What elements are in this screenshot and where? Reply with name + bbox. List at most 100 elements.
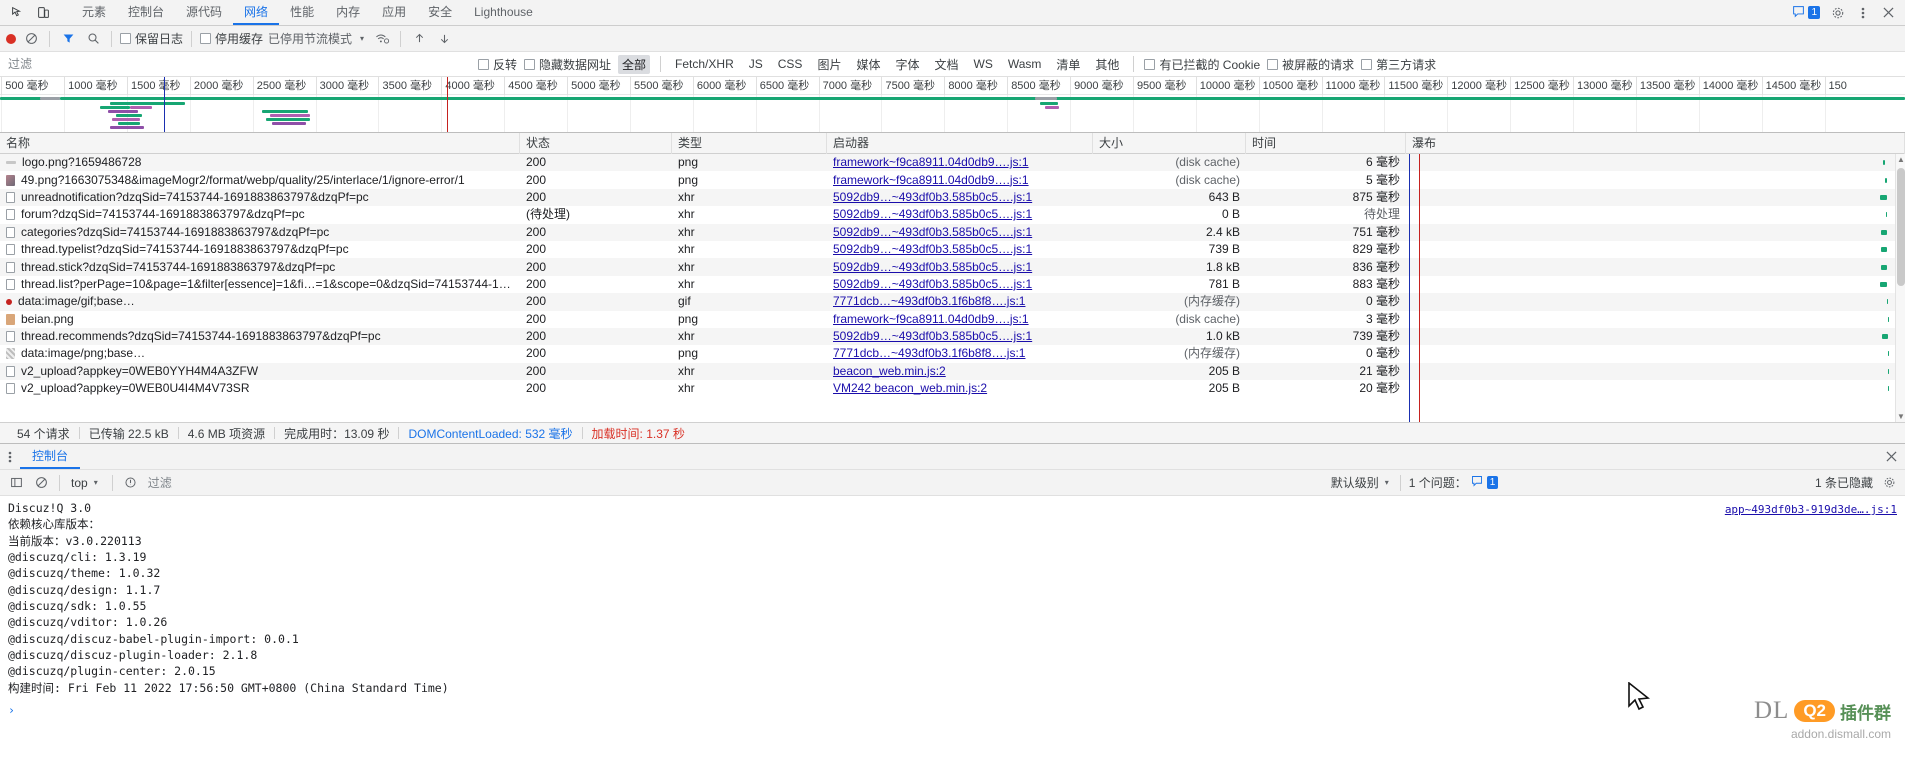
cell-name[interactable]: thread.list?perPage=10&page=1&filter[ess… [0, 276, 520, 293]
console-prompt[interactable]: › [8, 702, 1905, 718]
column-header-6[interactable]: 瀑布 [1406, 133, 1905, 154]
cell-name[interactable]: v2_upload?appkey=0WEB0U4I4M4V73SR [0, 380, 520, 397]
inspect-element-icon[interactable] [6, 2, 28, 24]
cell-name[interactable]: beian.png [0, 311, 520, 328]
throttling-label[interactable]: 已停用节流模式 [268, 30, 352, 47]
initiator-link[interactable]: 7771dcb…~493df0b3.1f6b8f8….js:1 [833, 346, 1025, 360]
column-header-5[interactable]: 时间 [1246, 133, 1406, 154]
initiator-link[interactable]: VM242 beacon_web.min.js:2 [833, 381, 987, 395]
cell-name[interactable]: 49.png?1663075348&imageMogr2/format/webp… [0, 172, 520, 189]
tab-performance[interactable]: 性能 [279, 0, 325, 25]
console-filter-input[interactable] [145, 473, 1326, 492]
tab-console[interactable]: 控制台 [117, 0, 175, 25]
console-source-link[interactable]: app~493df0b3-919d3de….js:1 [1725, 502, 1897, 518]
tab-sources[interactable]: 源代码 [175, 0, 233, 25]
type-filter-media[interactable]: 媒体 [852, 55, 884, 74]
table-row[interactable]: forum?dzqSid=74153744-1691883863797&dzqP… [0, 206, 1905, 223]
tab-security[interactable]: 安全 [417, 0, 463, 25]
issues-indicator[interactable]: 1 个问题： 1 [1409, 474, 1499, 491]
tab-network[interactable]: 网络 [233, 0, 280, 25]
cell-initiator[interactable]: beacon_web.min.js:2 [827, 363, 1093, 380]
table-row[interactable]: v2_upload?appkey=0WEB0U4I4M4V73SR 200 xhr V… [0, 380, 1905, 397]
column-header-2[interactable]: 类型 [672, 133, 827, 154]
initiator-link[interactable]: 5092db9…~493df0b3.585b0c5….js:1 [833, 225, 1032, 239]
funnel-icon[interactable] [58, 29, 78, 49]
blocked-cookies-checkbox[interactable]: 有已拦截的 Cookie [1144, 56, 1260, 73]
cell-initiator[interactable]: 5092db9…~493df0b3.585b0c5….js:1 [827, 241, 1093, 258]
tab-application[interactable]: 应用 [371, 0, 417, 25]
search-icon[interactable] [83, 29, 103, 49]
cell-initiator[interactable]: 5092db9…~493df0b3.585b0c5….js:1 [827, 206, 1093, 223]
cell-initiator[interactable]: 5092db9…~493df0b3.585b0c5….js:1 [827, 328, 1093, 345]
initiator-link[interactable]: framework~f9ca8911.04d0db9….js:1 [833, 155, 1029, 169]
table-row[interactable]: thread.stick?dzqSid=74153744-16918838637… [0, 258, 1905, 276]
initiator-link[interactable]: 5092db9…~493df0b3.585b0c5….js:1 [833, 242, 1032, 256]
table-row[interactable]: thread.recommends?dzqSid=74153744-169188… [0, 327, 1905, 346]
table-row[interactable]: data:image/gif;base… 200 gif 7771dcb…~493df… [0, 293, 1905, 311]
device-toolbar-icon[interactable] [32, 2, 54, 24]
cell-name[interactable]: logo.png?1659486728 [0, 154, 520, 171]
table-row[interactable]: logo.png?1659486728 200 png framework~f9ca8… [0, 154, 1905, 172]
chevron-down-icon[interactable]: ▾ [357, 34, 367, 43]
cell-initiator[interactable]: VM242 beacon_web.min.js:2 [827, 380, 1093, 397]
table-row[interactable]: thread.list?perPage=10&page=1&filter[ess… [0, 276, 1905, 293]
cell-initiator[interactable]: framework~f9ca8911.04d0db9….js:1 [827, 172, 1093, 189]
download-har-icon[interactable] [434, 29, 454, 49]
blocked-requests-checkbox[interactable]: 被屏蔽的请求 [1267, 56, 1354, 73]
cell-name[interactable]: categories?dzqSid=74153744-1691883863797… [0, 224, 520, 241]
table-row[interactable]: thread.typelist?dzqSid=74153744-16918838… [0, 241, 1905, 258]
cell-name[interactable]: unreadnotification?dzqSid=74153744-16918… [0, 189, 520, 206]
type-filter-css[interactable]: CSS [774, 56, 807, 72]
cell-name[interactable]: forum?dzqSid=74153744-1691883863797&dzqP… [0, 206, 520, 223]
cell-initiator[interactable]: 7771dcb…~493df0b3.1f6b8f8….js:1 [827, 345, 1093, 362]
column-header-1[interactable]: 状态 [520, 133, 672, 154]
table-row[interactable]: beian.png 200 png framework~f9ca8911.04d0db… [0, 311, 1905, 328]
network-overview[interactable]: 500 毫秒 1000 毫秒 1500 毫秒 2000 毫秒 2500 毫秒 3000 毫… [0, 77, 1905, 133]
type-filter-img[interactable]: 图片 [813, 55, 845, 74]
table-row[interactable]: categories?dzqSid=74153744-1691883863797… [0, 223, 1905, 241]
tab-memory[interactable]: 内存 [325, 0, 371, 25]
third-party-checkbox[interactable]: 第三方请求 [1361, 56, 1436, 73]
column-header-0[interactable]: 名称 [0, 133, 520, 154]
cell-initiator[interactable]: 5092db9…~493df0b3.585b0c5….js:1 [827, 189, 1093, 206]
disable-cache-checkbox[interactable]: 停用缓存 [200, 30, 263, 47]
initiator-link[interactable]: 5092db9…~493df0b3.585b0c5….js:1 [833, 277, 1032, 291]
type-filter-ws[interactable]: WS [970, 56, 997, 72]
drawer-tab-console[interactable]: 控制台 [20, 444, 81, 469]
cell-initiator[interactable]: framework~f9ca8911.04d0db9….js:1 [827, 311, 1093, 328]
cell-initiator[interactable]: 5092db9…~493df0b3.585b0c5….js:1 [827, 259, 1093, 276]
gear-icon[interactable] [1827, 2, 1849, 24]
type-filter-js[interactable]: JS [745, 56, 767, 72]
clear-console-icon[interactable] [31, 473, 51, 493]
initiator-link[interactable]: framework~f9ca8911.04d0db9….js:1 [833, 312, 1029, 326]
cell-name[interactable]: data:image/gif;base… [0, 293, 520, 310]
type-filter-wasm[interactable]: Wasm [1004, 56, 1046, 72]
cell-initiator[interactable]: 5092db9…~493df0b3.585b0c5….js:1 [827, 276, 1093, 293]
type-filter-font[interactable]: 字体 [891, 55, 923, 74]
cell-name[interactable]: v2_upload?appkey=0WEB0YYH4M4A3ZFW [0, 363, 520, 380]
cell-initiator[interactable]: 5092db9…~493df0b3.585b0c5….js:1 [827, 224, 1093, 241]
gear-icon[interactable] [1879, 473, 1899, 493]
close-icon[interactable] [1886, 444, 1905, 469]
issues-badge[interactable]: 1 [1788, 5, 1824, 21]
initiator-link[interactable]: 7771dcb…~493df0b3.1f6b8f8….js:1 [833, 294, 1025, 308]
invert-checkbox[interactable]: 反转 [478, 56, 517, 73]
hide-data-urls-checkbox[interactable]: 隐藏数据网址 [524, 56, 611, 73]
initiator-link[interactable]: 5092db9…~493df0b3.585b0c5….js:1 [833, 190, 1032, 204]
table-row[interactable]: v2_upload?appkey=0WEB0YYH4M4A3ZFW 200 xhr b… [0, 362, 1905, 381]
wifi-gear-icon[interactable] [372, 29, 392, 49]
table-row[interactable]: unreadnotification?dzqSid=74153744-16918… [0, 188, 1905, 207]
cell-name[interactable]: thread.recommends?dzqSid=74153744-169188… [0, 328, 520, 345]
clear-icon[interactable] [21, 29, 41, 49]
execution-context-selector[interactable]: top ▾ [68, 476, 104, 490]
initiator-link[interactable]: 5092db9…~493df0b3.585b0c5….js:1 [833, 329, 1032, 343]
table-row[interactable]: data:image/png;base… 200 png 7771dcb…~493df… [0, 345, 1905, 362]
type-filter-other[interactable]: 其他 [1091, 55, 1123, 74]
more-vertical-icon[interactable] [1852, 2, 1874, 24]
initiator-link[interactable]: framework~f9ca8911.04d0db9….js:1 [833, 173, 1029, 187]
cell-name[interactable]: thread.typelist?dzqSid=74153744-16918838… [0, 241, 520, 258]
cell-initiator[interactable]: 7771dcb…~493df0b3.1f6b8f8….js:1 [827, 293, 1093, 310]
column-header-4[interactable]: 大小 [1093, 133, 1246, 154]
record-stop-icon[interactable] [6, 33, 16, 44]
log-level-selector[interactable]: 默认级别 ▾ [1331, 474, 1392, 491]
